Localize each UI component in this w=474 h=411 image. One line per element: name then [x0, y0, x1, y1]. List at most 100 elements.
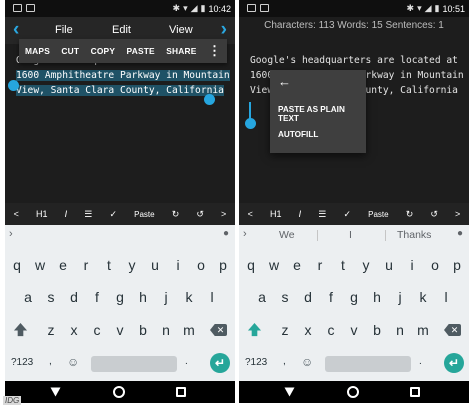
key[interactable]: k	[178, 285, 200, 309]
back-nav-icon[interactable]	[50, 387, 61, 397]
chevron-right-icon[interactable]: ›	[221, 19, 227, 41]
key[interactable]: f	[86, 285, 108, 309]
key[interactable]: g	[343, 285, 365, 309]
key[interactable]: j	[155, 285, 177, 309]
toolbar-left-button[interactable]: <	[14, 209, 19, 219]
key[interactable]: c	[86, 318, 108, 342]
italic-button[interactable]: I	[65, 209, 68, 219]
key[interactable]: x	[63, 318, 85, 342]
redo-button[interactable]: ↻	[172, 209, 180, 220]
enter-key[interactable]: ↵	[444, 353, 464, 373]
recents-nav-icon[interactable]	[176, 387, 186, 397]
key[interactable]: i	[401, 253, 423, 277]
redo-button[interactable]: ↻	[406, 209, 414, 220]
key[interactable]: c	[320, 318, 342, 342]
key[interactable]: r	[75, 253, 97, 277]
suggestion-3[interactable]: Thanks	[397, 229, 431, 241]
key[interactable]: n	[155, 318, 177, 342]
key[interactable]: i	[167, 253, 189, 277]
paste-toolbar-button[interactable]: Paste	[368, 210, 388, 219]
suggestion-2[interactable]: I	[349, 229, 352, 241]
checkbox-button[interactable]: ✓	[109, 209, 117, 220]
space-bar[interactable]	[325, 356, 411, 372]
backspace-icon[interactable]: ✕	[444, 324, 461, 336]
italic-button[interactable]: I	[299, 209, 302, 219]
key[interactable]: p	[446, 253, 468, 277]
menu-file[interactable]: File	[55, 24, 73, 36]
key[interactable]: j	[389, 285, 411, 309]
paste-button[interactable]: PASTE	[127, 46, 155, 56]
emoji-icon[interactable]: ☺	[67, 355, 79, 369]
chevron-left-icon[interactable]: ‹	[13, 19, 19, 41]
key[interactable]: u	[144, 253, 166, 277]
key[interactable]: l	[435, 285, 457, 309]
key[interactable]: z	[40, 318, 62, 342]
shift-icon[interactable]	[13, 322, 28, 337]
comma-key[interactable]: ,	[283, 356, 286, 367]
toolbar-left-button[interactable]: <	[248, 209, 253, 219]
key[interactable]: r	[309, 253, 331, 277]
selection-start-handle[interactable]	[8, 80, 19, 91]
comma-key[interactable]: ,	[49, 356, 52, 367]
key[interactable]: e	[52, 253, 74, 277]
key[interactable]: m	[412, 318, 434, 342]
key[interactable]: s	[274, 285, 296, 309]
key[interactable]: s	[40, 285, 62, 309]
key[interactable]: o	[190, 253, 212, 277]
emoji-icon[interactable]: ☺	[301, 355, 313, 369]
key[interactable]: t	[98, 253, 120, 277]
key[interactable]: y	[121, 253, 143, 277]
cursor-handle[interactable]	[245, 118, 256, 129]
key[interactable]: a	[251, 285, 273, 309]
autofill-option[interactable]: AUTOFILL	[278, 130, 318, 139]
key[interactable]: v	[109, 318, 131, 342]
key[interactable]: d	[63, 285, 85, 309]
toolbar-right-button[interactable]: >	[221, 209, 226, 219]
chevron-right-icon[interactable]: ›	[9, 228, 13, 240]
key[interactable]: b	[132, 318, 154, 342]
key[interactable]: u	[378, 253, 400, 277]
key[interactable]: f	[320, 285, 342, 309]
toolbar-right-button[interactable]: >	[455, 209, 460, 219]
backspace-icon[interactable]: ✕	[210, 324, 227, 336]
key[interactable]: q	[6, 253, 28, 277]
microphone-icon[interactable]: ●	[457, 228, 463, 239]
cut-button[interactable]: CUT	[61, 46, 79, 56]
selection-end-handle[interactable]	[204, 94, 215, 105]
key[interactable]: y	[355, 253, 377, 277]
heading-button[interactable]: H1	[36, 209, 48, 219]
space-bar[interactable]	[91, 356, 177, 372]
microphone-icon[interactable]: ●	[223, 228, 229, 239]
maps-button[interactable]: MAPS	[25, 46, 50, 56]
menu-view[interactable]: View	[169, 24, 193, 36]
key[interactable]: x	[297, 318, 319, 342]
key[interactable]: m	[178, 318, 200, 342]
shift-icon[interactable]	[247, 322, 262, 337]
undo-button[interactable]: ↺	[430, 209, 438, 220]
symbols-key[interactable]: ?123	[11, 357, 33, 368]
symbols-key[interactable]: ?123	[245, 357, 267, 368]
key[interactable]: t	[332, 253, 354, 277]
share-button[interactable]: SHARE	[166, 46, 196, 56]
key[interactable]: h	[366, 285, 388, 309]
key[interactable]: a	[17, 285, 39, 309]
key[interactable]: g	[109, 285, 131, 309]
undo-button[interactable]: ↺	[196, 209, 204, 220]
suggestion-1[interactable]: We	[279, 229, 295, 241]
key[interactable]: w	[29, 253, 51, 277]
checkbox-button[interactable]: ✓	[343, 209, 351, 220]
key[interactable]: b	[366, 318, 388, 342]
enter-key[interactable]: ↵	[210, 353, 230, 373]
key[interactable]: h	[132, 285, 154, 309]
key[interactable]: n	[389, 318, 411, 342]
period-key[interactable]: .	[185, 356, 188, 367]
heading-button[interactable]: H1	[270, 209, 282, 219]
key[interactable]: o	[424, 253, 446, 277]
key[interactable]: k	[412, 285, 434, 309]
list-button[interactable]: ☰	[318, 209, 326, 220]
key[interactable]: w	[263, 253, 285, 277]
back-nav-icon[interactable]	[284, 387, 295, 397]
back-arrow-icon[interactable]: ←	[278, 74, 291, 89]
copy-button[interactable]: COPY	[91, 46, 116, 56]
chevron-right-icon[interactable]: ›	[243, 228, 247, 240]
